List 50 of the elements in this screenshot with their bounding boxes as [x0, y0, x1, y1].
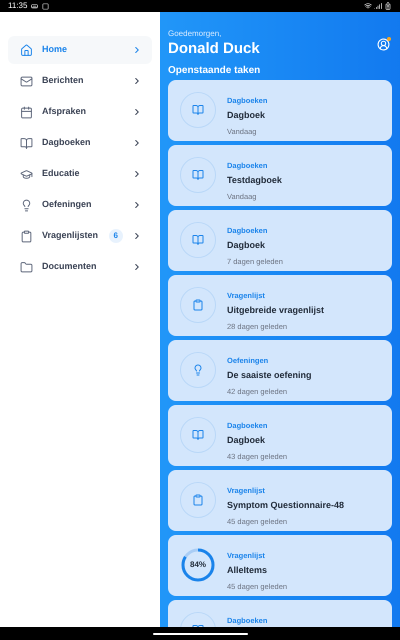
- calendar-icon: [20, 106, 33, 118]
- home-icon: [20, 44, 33, 56]
- sidebar-label: Dagboeken: [42, 136, 92, 150]
- task-title: Dagboek: [227, 434, 266, 447]
- task-title: Dagboek: [227, 239, 266, 252]
- sidebar-item[interactable]: Vragenlijsten 6: [8, 222, 152, 250]
- clipboard-badge-icon: [180, 482, 216, 518]
- clipboard-badge-icon: [180, 286, 216, 323]
- task-title: Symptom Questionnaire-48: [227, 499, 344, 512]
- battery-icon: [384, 2, 392, 10]
- book-icon: [20, 136, 33, 150]
- lightbulb-badge-icon: [180, 352, 216, 388]
- sidebar-item[interactable]: Dagboeken: [8, 129, 152, 157]
- sidebar-item[interactable]: Documenten: [8, 253, 152, 281]
- sidebar-label: Berichten: [42, 74, 85, 88]
- wifi-icon: [364, 2, 372, 10]
- book-badge-icon: [180, 222, 216, 258]
- task-title: De saaiste oefening: [227, 369, 312, 382]
- clipboard-icon: [20, 230, 33, 242]
- sidebar-label: Oefeningen: [42, 198, 93, 212]
- task-title: Dagboek: [227, 109, 266, 122]
- task-title: Testdagboek: [227, 174, 282, 187]
- task-title: Uitgebreide vragenlijst: [227, 304, 324, 317]
- lightbulb-icon: [20, 198, 33, 212]
- profile-button[interactable]: [377, 38, 390, 51]
- user-name: Donald Duck: [168, 40, 260, 59]
- sidebar-label: Home: [42, 43, 68, 56]
- home-handle[interactable]: [152, 632, 248, 634]
- task-title: AlleItems: [227, 564, 268, 577]
- book-badge-icon: [180, 416, 216, 453]
- sidebar-item[interactable]: Oefeningen: [8, 191, 152, 219]
- folder-icon: [20, 260, 33, 274]
- book-badge-icon: [180, 156, 216, 193]
- count-badge: 6: [108, 229, 123, 243]
- sidebar-label: Afspraken: [42, 105, 88, 118]
- sidebar-item[interactable]: Berichten: [8, 67, 152, 95]
- clock: 11:35: [8, 0, 28, 12]
- sidebar-label: Documenten: [42, 260, 98, 274]
- sidebar-label: Educatie: [42, 167, 81, 180]
- sidebar-label: Vragenlijsten: [42, 229, 100, 242]
- envelope-icon: [20, 74, 33, 88]
- section-title: Openstaande taken: [168, 64, 262, 78]
- sidebar-item[interactable]: Home: [8, 36, 152, 64]
- sidebar-item[interactable]: Educatie: [8, 160, 152, 188]
- progress-percent: 84%: [190, 560, 206, 569]
- sidebar-item[interactable]: Afspraken: [8, 98, 152, 126]
- book-badge-icon: [180, 92, 216, 128]
- greeting: Goedemorgen,: [168, 28, 222, 40]
- signal-icon: [374, 2, 382, 10]
- graduation-cap-icon: [20, 168, 33, 180]
